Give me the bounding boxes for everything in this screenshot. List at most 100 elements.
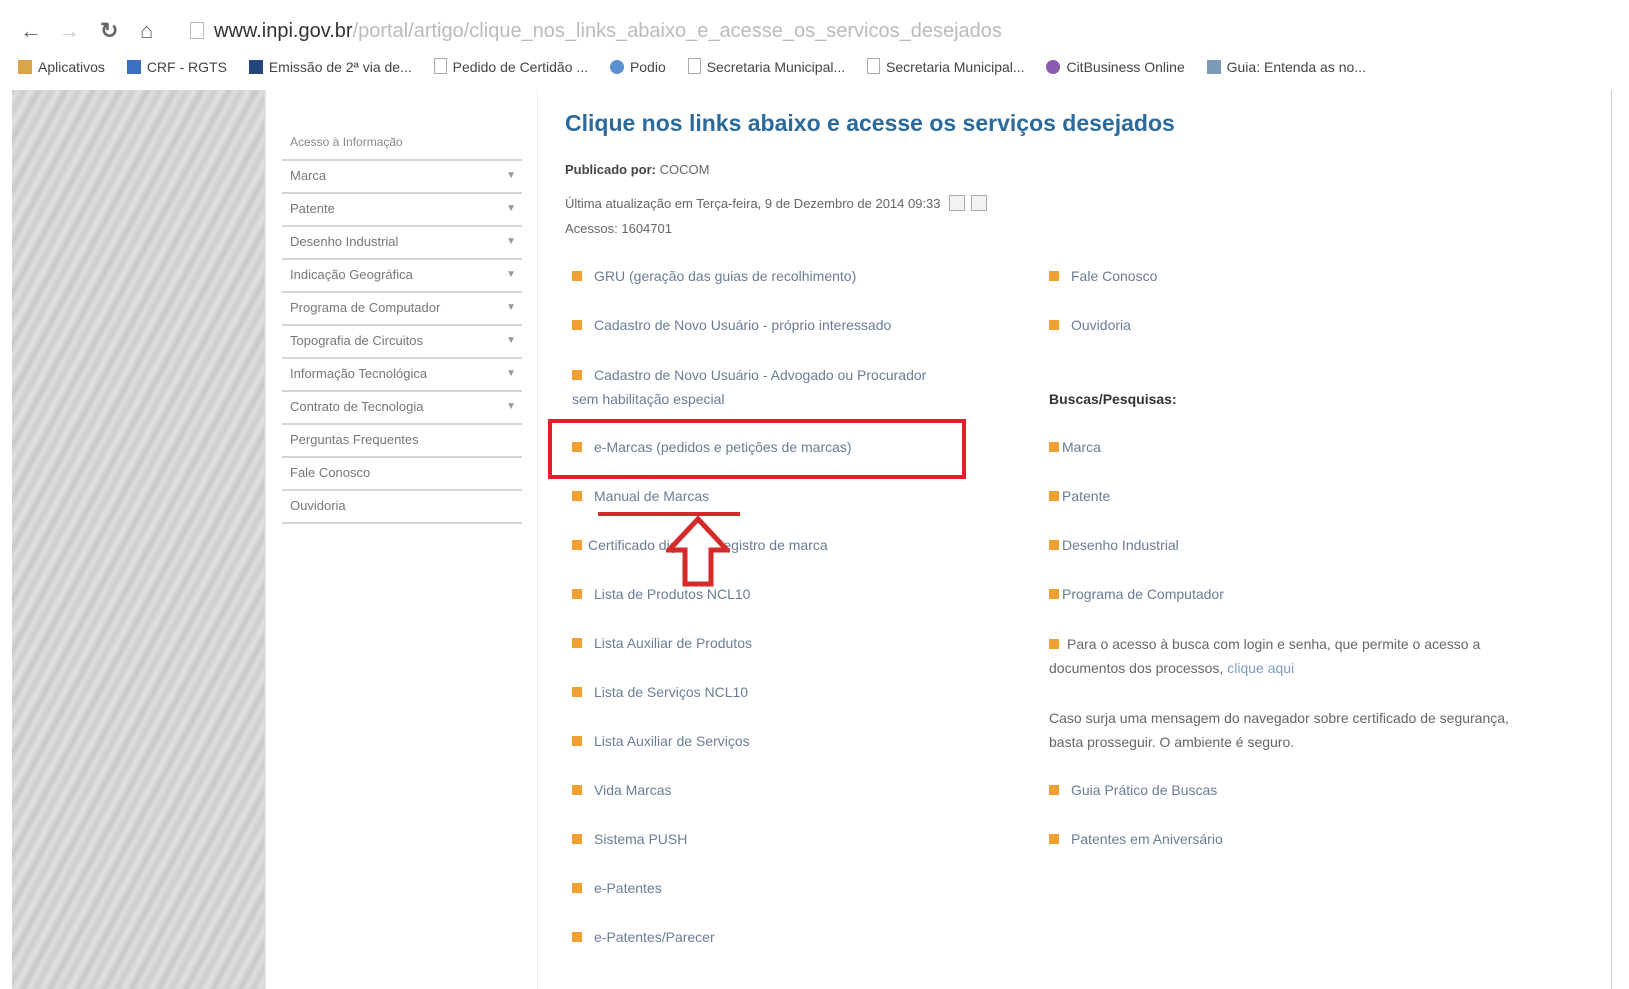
last-updated: Última atualização em Terça-feira, 9 de … <box>565 195 993 214</box>
chevron-down-icon: ▼ <box>506 170 516 181</box>
link-cadastro-interessado[interactable]: Cadastro de Novo Usuário - próprio inter… <box>572 317 891 333</box>
link-label: Patente <box>1062 488 1111 504</box>
sidebar-item-informacao-tecnologica[interactable]: Informação Tecnológica ▼ <box>282 359 522 392</box>
link-label: Guia Prático de Buscas <box>1071 782 1218 798</box>
chevron-down-icon: ▼ <box>506 236 516 247</box>
link-label: Programa de Computador <box>1062 586 1224 602</box>
bookmark-apps[interactable]: Aplicativos <box>18 59 105 75</box>
link-fale-conosco[interactable]: Fale Conosco <box>1049 268 1157 284</box>
bullet-icon <box>1049 834 1059 844</box>
back-arrow-icon[interactable]: ← <box>20 18 42 44</box>
sidebar-item-label: Marca <box>290 168 327 183</box>
navigation-bar: ← → ↻ ⌂ www.inpi.gov.br/portal/artigo/cl… <box>0 14 1629 50</box>
link-e-patentes-parecer[interactable]: e-Patentes/Parecer <box>572 929 715 945</box>
bullet-icon <box>572 932 582 942</box>
published-author: COCOM <box>659 162 710 177</box>
link-lista-produtos[interactable]: Lista de Produtos NCL10 <box>572 586 750 602</box>
page-icon <box>190 22 204 39</box>
link-manual-marcas[interactable]: Manual de Marcas <box>572 488 709 504</box>
link-busca-marca[interactable]: Marca <box>1049 439 1101 455</box>
bookmark-label: Guia: Entenda as no... <box>1226 59 1366 75</box>
link-label: Marca <box>1062 439 1101 455</box>
link-patentes-aniversario[interactable]: Patentes em Aniversário <box>1049 831 1223 847</box>
sidebar-item-label: Ouvidoria <box>290 498 346 513</box>
link-label: Desenho Industrial <box>1062 537 1179 553</box>
sidebar-item-programa-computador[interactable]: Programa de Computador ▼ <box>282 293 522 326</box>
sidebar-item-patente[interactable]: Patente ▼ <box>282 194 522 227</box>
sidebar-item-label: Programa de Computador <box>290 300 441 315</box>
bookmark-label: Pedido de Certidão ... <box>452 59 589 75</box>
bookmark-item[interactable]: CRF - RGTS <box>126 59 227 75</box>
print-icon[interactable] <box>970 195 987 211</box>
email-icon[interactable] <box>948 195 965 211</box>
chevron-down-icon: ▼ <box>506 269 516 280</box>
bullet-icon <box>572 320 582 330</box>
bookmark-icon <box>1206 60 1221 74</box>
sidebar-item-indicacao-geografica[interactable]: Indicação Geográfica ▼ <box>282 260 522 293</box>
bullet-icon <box>1049 639 1059 649</box>
bookmark-item[interactable]: Guia: Entenda as no... <box>1206 59 1366 75</box>
bullet-icon <box>572 785 582 795</box>
bookmark-item[interactable]: Podio <box>609 59 666 75</box>
sidebar-item-label: Patente <box>290 201 335 216</box>
apps-icon <box>18 60 32 74</box>
link-busca-programa-computador[interactable]: Programa de Computador <box>1049 586 1224 602</box>
sidebar-item-ouvidoria[interactable]: Ouvidoria <box>282 491 522 524</box>
sidebar-item-label: Informação Tecnológica <box>290 366 428 381</box>
link-guia-pratico-buscas[interactable]: Guia Prático de Buscas <box>1049 782 1217 798</box>
link-vida-marcas[interactable]: Vida Marcas <box>572 782 672 798</box>
sidebar-item-desenho-industrial[interactable]: Desenho Industrial ▼ <box>282 227 522 260</box>
sidebar-item-label: Acesso à Informação <box>290 135 403 149</box>
link-sistema-push[interactable]: Sistema PUSH <box>572 831 687 847</box>
link-ouvidoria[interactable]: Ouvidoria <box>1049 317 1131 333</box>
link-gru[interactable]: GRU (geração das guias de recolhimento) <box>572 268 856 284</box>
sidebar-item-fale-conosco[interactable]: Fale Conosco <box>282 458 522 491</box>
login-search-link[interactable]: clique aqui <box>1227 660 1294 676</box>
chevron-down-icon: ▼ <box>506 401 516 412</box>
bullet-icon <box>1049 589 1059 599</box>
bookmark-item[interactable]: Secretaria Municipal... <box>867 58 1025 75</box>
globe-icon <box>609 60 624 74</box>
sidebar-item-marca[interactable]: Marca ▼ <box>282 161 522 194</box>
link-cadastro-advogado[interactable]: Cadastro de Novo Usuário - Advogado ou P… <box>572 363 932 411</box>
sidebar-item-label: Fale Conosco <box>290 465 371 480</box>
sidebar-item-acesso-informacao[interactable]: Acesso à Informação <box>282 128 522 161</box>
link-label: Lista de Produtos NCL10 <box>594 586 751 602</box>
chevron-down-icon: ▼ <box>506 335 516 346</box>
sidebar-item-contrato-tecnologia[interactable]: Contrato de Tecnologia ▼ <box>282 392 522 425</box>
reload-icon[interactable]: ↻ <box>100 18 118 44</box>
divider <box>537 90 538 989</box>
link-lista-servicos[interactable]: Lista de Serviços NCL10 <box>572 684 748 700</box>
link-e-patentes[interactable]: e-Patentes <box>572 880 662 896</box>
link-label: Cadastro de Novo Usuário - próprio inter… <box>594 317 892 333</box>
login-search-note: Para o acesso à busca com login e senha,… <box>1049 632 1529 680</box>
link-label: GRU (geração das guias de recolhimento) <box>594 268 857 284</box>
divider <box>1611 90 1612 989</box>
bookmark-item[interactable]: Secretaria Municipal... <box>687 58 845 75</box>
page-icon <box>867 58 881 74</box>
home-icon[interactable]: ⌂ <box>140 18 153 44</box>
bookmark-item[interactable]: CitBusiness Online <box>1046 59 1185 75</box>
section-heading-buscas: Buscas/Pesquisas: <box>1049 391 1177 407</box>
bullet-icon <box>1049 271 1059 281</box>
sidebar-item-label: Desenho Industrial <box>290 234 399 249</box>
link-lista-auxiliar-servicos[interactable]: Lista Auxiliar de Serviços <box>572 733 750 749</box>
bullet-icon <box>572 638 582 648</box>
sidebar-item-perguntas-frequentes[interactable]: Perguntas Frequentes <box>282 425 522 458</box>
bullet-icon <box>1049 442 1059 452</box>
link-busca-patente[interactable]: Patente <box>1049 488 1110 504</box>
hit-counter: Acessos: 1604701 <box>565 221 672 236</box>
bookmark-item[interactable]: Emissão de 2ª via de... <box>248 59 412 75</box>
forward-arrow-icon[interactable]: → <box>58 18 80 44</box>
link-busca-desenho-industrial[interactable]: Desenho Industrial <box>1049 537 1179 553</box>
link-lista-auxiliar-produtos[interactable]: Lista Auxiliar de Produtos <box>572 635 752 651</box>
bookmark-item[interactable]: Pedido de Certidão ... <box>433 58 589 75</box>
link-label: Cadastro de Novo Usuário - Advogado ou P… <box>572 367 927 407</box>
address-bar[interactable]: www.inpi.gov.br/portal/artigo/clique_nos… <box>190 20 1002 43</box>
published-by: Publicado por: COCOM <box>565 162 709 177</box>
chevron-down-icon: ▼ <box>506 302 516 313</box>
bullet-icon <box>572 883 582 893</box>
link-label: Manual de Marcas <box>594 488 710 504</box>
bookmark-icon <box>126 60 141 74</box>
sidebar-item-topografia-circuitos[interactable]: Topografia de Circuitos ▼ <box>282 326 522 359</box>
